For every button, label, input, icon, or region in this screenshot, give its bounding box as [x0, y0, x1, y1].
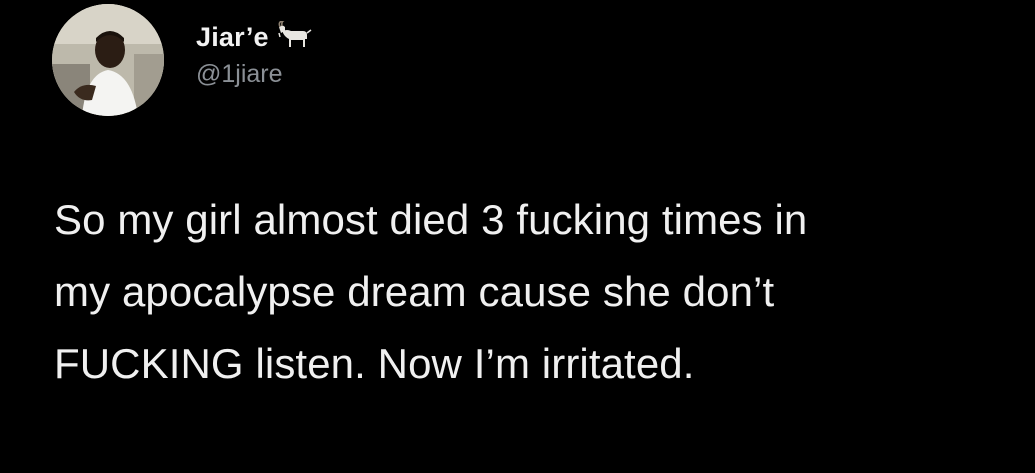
tweet-text-line: my apocalypse dream cause she don’t: [54, 268, 775, 315]
name-row: Jiar’e: [196, 19, 313, 54]
tweet-text-line: FUCKING listen. Now I’m irritated.: [54, 340, 695, 387]
author-identity: Jiar’e @1jiare: [196, 19, 313, 89]
tweet-header: Jiar’e @1jiare: [52, 4, 313, 116]
display-name[interactable]: Jiar’e: [196, 22, 269, 53]
avatar[interactable]: [52, 4, 164, 116]
tweet-text: So my girl almost died 3 fucking times i…: [54, 184, 1014, 400]
goat-icon: [277, 19, 313, 54]
tweet-card: Jiar’e @1jiare So my girl almost died 3 …: [0, 0, 1035, 473]
tweet-text-line: So my girl almost died 3 fucking times i…: [54, 196, 808, 243]
handle[interactable]: @1jiare: [196, 60, 313, 89]
avatar-photo: [52, 4, 164, 116]
